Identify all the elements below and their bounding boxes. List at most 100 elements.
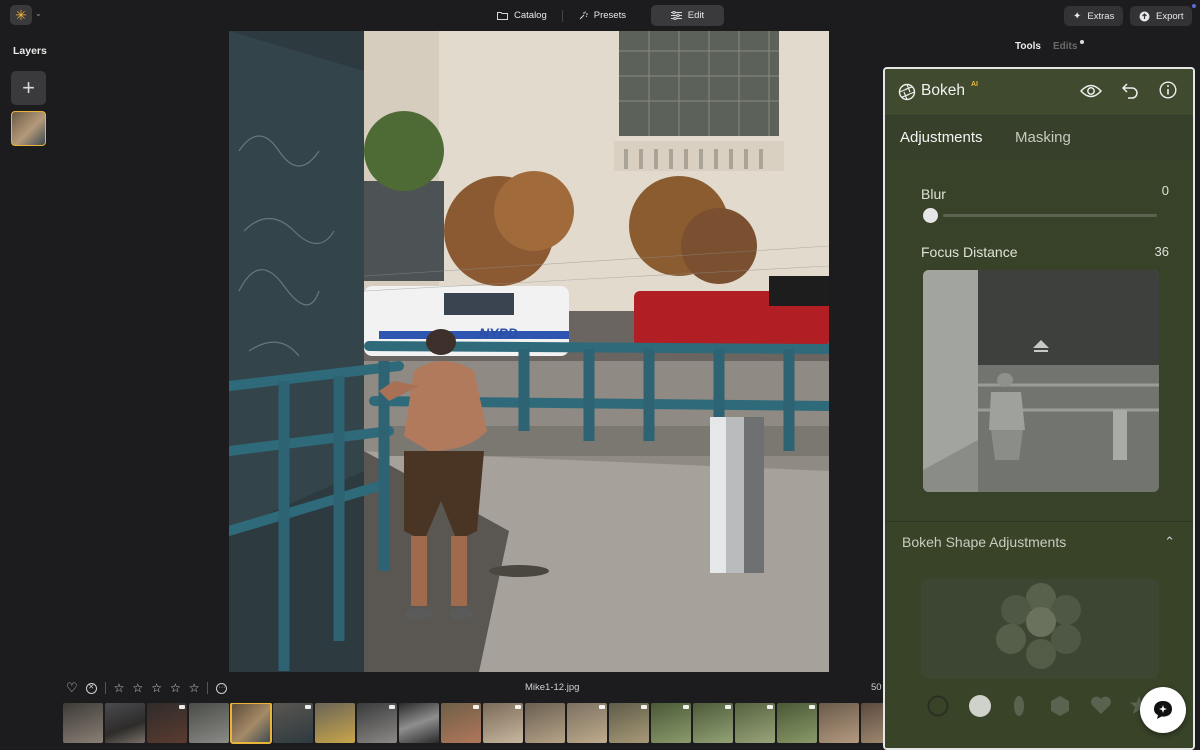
- chat-sparkle-icon: [1152, 699, 1174, 721]
- adjustments-body: Blur 0 Focus Distance 36: [885, 159, 1193, 521]
- shape-circle-icon[interactable]: [968, 695, 992, 719]
- filmstrip-thumbnail[interactable]: [819, 703, 859, 743]
- edited-badge-icon: [515, 705, 521, 709]
- extras-label: Extras: [1087, 11, 1114, 22]
- shape-hexagon-icon[interactable]: [1049, 695, 1071, 717]
- tab-tools[interactable]: Tools: [1015, 41, 1041, 52]
- bokeh-preview-circle: [1051, 624, 1081, 654]
- filmstrip-thumbnail[interactable]: [189, 703, 229, 743]
- shape-circle-outline-icon[interactable]: [927, 695, 949, 717]
- blur-slider-track[interactable]: [943, 214, 1157, 217]
- export-button[interactable]: Export: [1130, 6, 1192, 26]
- image-count: 50: [871, 682, 882, 693]
- rating-toolbar: ♡ ✕ ☆ ☆ ☆ ☆ ☆ ···: [66, 680, 227, 696]
- edited-badge-icon: [473, 705, 479, 709]
- filmstrip-thumbnail[interactable]: [357, 703, 397, 743]
- star-icon[interactable]: ☆: [189, 681, 200, 695]
- blur-slider-handle[interactable]: [923, 208, 938, 223]
- filmstrip-thumbnail[interactable]: [609, 703, 649, 743]
- sun-logo-icon: ✳: [15, 7, 27, 24]
- photo-image: NYPD: [229, 31, 829, 672]
- tool-title: Bokeh: [921, 82, 965, 100]
- filmstrip-thumbnail[interactable]: [441, 703, 481, 743]
- filmstrip-thumbnail-selected[interactable]: [231, 703, 271, 743]
- divider: [207, 682, 208, 694]
- plus-icon: +: [22, 75, 35, 101]
- tab-edits[interactable]: Edits: [1053, 41, 1077, 52]
- edited-badge-icon: [179, 705, 185, 709]
- mode-switcher: Catalog Presets Edit: [486, 5, 724, 26]
- extras-button[interactable]: ✦ Extras: [1064, 6, 1123, 26]
- edited-badge-icon: [725, 705, 731, 709]
- export-label: Export: [1156, 11, 1183, 22]
- shape-heart-icon[interactable]: [1090, 695, 1112, 715]
- divider: [562, 10, 563, 22]
- filmstrip-thumbnail[interactable]: [693, 703, 733, 743]
- heart-icon[interactable]: ♡: [66, 680, 78, 696]
- edit-button[interactable]: Edit: [651, 5, 724, 26]
- upload-icon: [1139, 11, 1150, 22]
- filmstrip-thumbnail[interactable]: [567, 703, 607, 743]
- filmstrip-thumbnail[interactable]: [147, 703, 187, 743]
- catalog-button[interactable]: Catalog: [486, 5, 558, 26]
- focus-distance-value: 36: [1155, 244, 1169, 259]
- filmstrip-thumbnail[interactable]: [651, 703, 691, 743]
- bokeh-shape-preview: [921, 579, 1159, 679]
- filmstrip-thumbnail[interactable]: [861, 703, 883, 743]
- info-icon[interactable]: [1159, 81, 1177, 99]
- filmstrip-thumbnail[interactable]: [525, 703, 565, 743]
- photo-canvas[interactable]: NYPD: [229, 31, 829, 672]
- folder-icon: [497, 11, 508, 20]
- chevron-up-icon[interactable]: ⌃: [1164, 534, 1175, 550]
- add-layer-button[interactable]: +: [11, 71, 46, 105]
- filmstrip-thumbnail[interactable]: [735, 703, 775, 743]
- svg-text:NYPD: NYPD: [479, 325, 518, 341]
- app-menu-button[interactable]: ✳: [10, 5, 32, 25]
- bokeh-shape-title: Bokeh Shape Adjustments: [902, 534, 1066, 550]
- filmstrip-thumbnail[interactable]: [63, 703, 103, 743]
- tab-masking[interactable]: Masking: [1015, 129, 1071, 146]
- bokeh-preview-circle: [996, 624, 1026, 654]
- divider: [105, 682, 106, 694]
- edited-badge-icon: [389, 705, 395, 709]
- depth-map-preview[interactable]: [923, 270, 1159, 492]
- star-icon[interactable]: ☆: [170, 681, 181, 695]
- star-icon[interactable]: ☆: [132, 681, 143, 695]
- aperture-icon: [898, 83, 916, 101]
- ai-badge: AI: [971, 81, 978, 88]
- filmstrip: [63, 703, 883, 745]
- eye-icon[interactable]: [1080, 83, 1102, 99]
- tool-tabs: Adjustments Masking: [885, 115, 1193, 159]
- catalog-label: Catalog: [514, 10, 547, 21]
- layers-title: Layers: [13, 45, 47, 57]
- filmstrip-thumbnail[interactable]: [315, 703, 355, 743]
- layer-thumbnail[interactable]: [11, 111, 46, 146]
- chevron-down-icon[interactable]: ⌄: [35, 9, 42, 18]
- presets-button[interactable]: Presets: [567, 5, 637, 26]
- bokeh-panel: Bokeh AI Adjustments Masking Blur 0 Focu…: [883, 67, 1195, 750]
- edit-label: Edit: [688, 10, 704, 21]
- filmstrip-thumbnail[interactable]: [105, 703, 145, 743]
- edited-badge-icon: [305, 705, 311, 709]
- reject-icon[interactable]: ✕: [86, 683, 97, 694]
- undo-icon[interactable]: [1121, 82, 1139, 99]
- sparkle-icon: ✦: [1073, 11, 1081, 22]
- presets-label: Presets: [594, 10, 626, 21]
- more-options-icon[interactable]: ···: [216, 683, 227, 694]
- filmstrip-thumbnail[interactable]: [777, 703, 817, 743]
- sliders-icon: [671, 11, 682, 20]
- notification-dot: [1192, 4, 1196, 8]
- filmstrip-thumbnail[interactable]: [399, 703, 439, 743]
- star-icon[interactable]: ☆: [114, 681, 125, 695]
- star-icon[interactable]: ☆: [151, 681, 162, 695]
- top-bar: ✳ ⌄ Catalog Presets Edit ✦ Extras Export: [0, 0, 1200, 31]
- tab-adjustments[interactable]: Adjustments: [900, 129, 983, 146]
- filmstrip-thumbnail[interactable]: [483, 703, 523, 743]
- edited-badge-icon: [599, 705, 605, 709]
- edited-badge-icon: [767, 705, 773, 709]
- focus-distance-label: Focus Distance: [921, 244, 1017, 260]
- blur-label: Blur: [921, 186, 946, 202]
- assistant-chat-button[interactable]: [1140, 687, 1186, 733]
- shape-oval-icon[interactable]: [1013, 695, 1025, 717]
- filmstrip-thumbnail[interactable]: [273, 703, 313, 743]
